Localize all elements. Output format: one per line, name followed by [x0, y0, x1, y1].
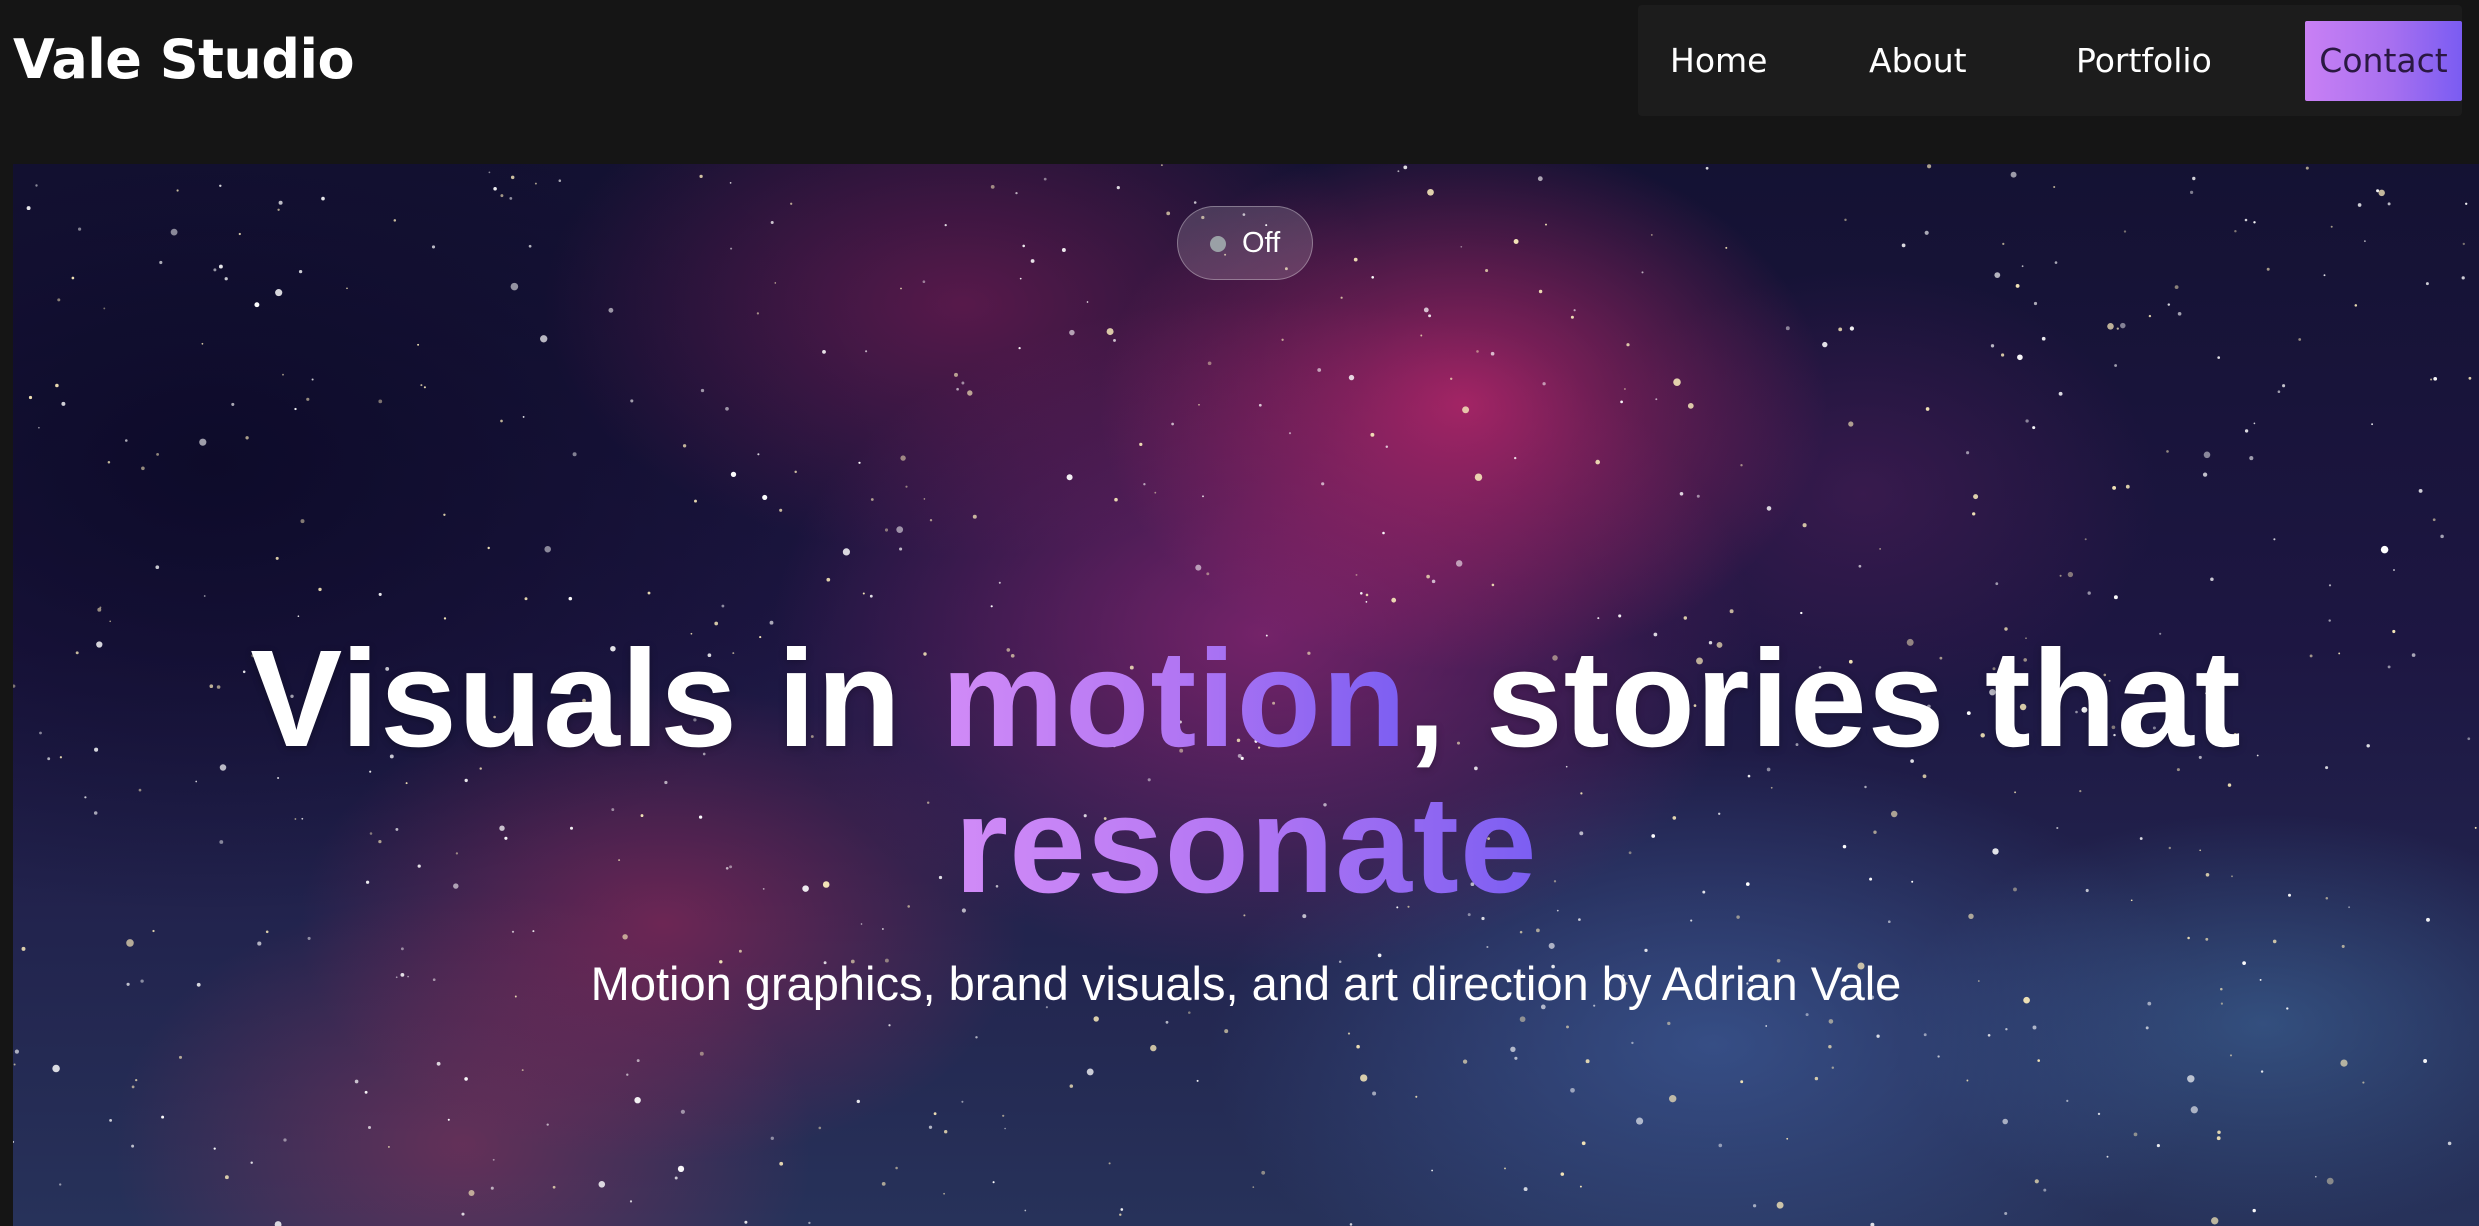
headline-text: , stories that — [1407, 622, 2242, 776]
hero-section: Off Visuals in motion, stories that reson… — [13, 164, 2479, 1226]
nav-link-home[interactable]: Home — [1670, 5, 1767, 116]
headline-accent-resonate: resonate — [954, 768, 1538, 922]
headline-accent-motion: motion — [941, 622, 1408, 776]
brand-logo[interactable]: Vale Studio — [13, 24, 355, 96]
nav-link-portfolio[interactable]: Portfolio — [2076, 5, 2212, 116]
headline-text: Visuals in — [250, 622, 942, 776]
contact-button[interactable]: Contact — [2305, 21, 2462, 101]
site-header: Vale Studio Home About Portfolio Contact — [0, 0, 2479, 164]
toggle-indicator-icon — [1210, 236, 1226, 252]
toggle-label: Off — [1242, 227, 1281, 259]
nav-link-about[interactable]: About — [1869, 5, 1967, 116]
hero-headline: Visuals in motion, stories that resonate — [13, 626, 2479, 918]
hero-subtitle: Motion graphics, brand visuals, and art … — [590, 957, 1902, 1010]
motion-toggle[interactable]: Off — [1177, 206, 1313, 280]
main-nav: Home About Portfolio Contact — [1638, 5, 2462, 116]
